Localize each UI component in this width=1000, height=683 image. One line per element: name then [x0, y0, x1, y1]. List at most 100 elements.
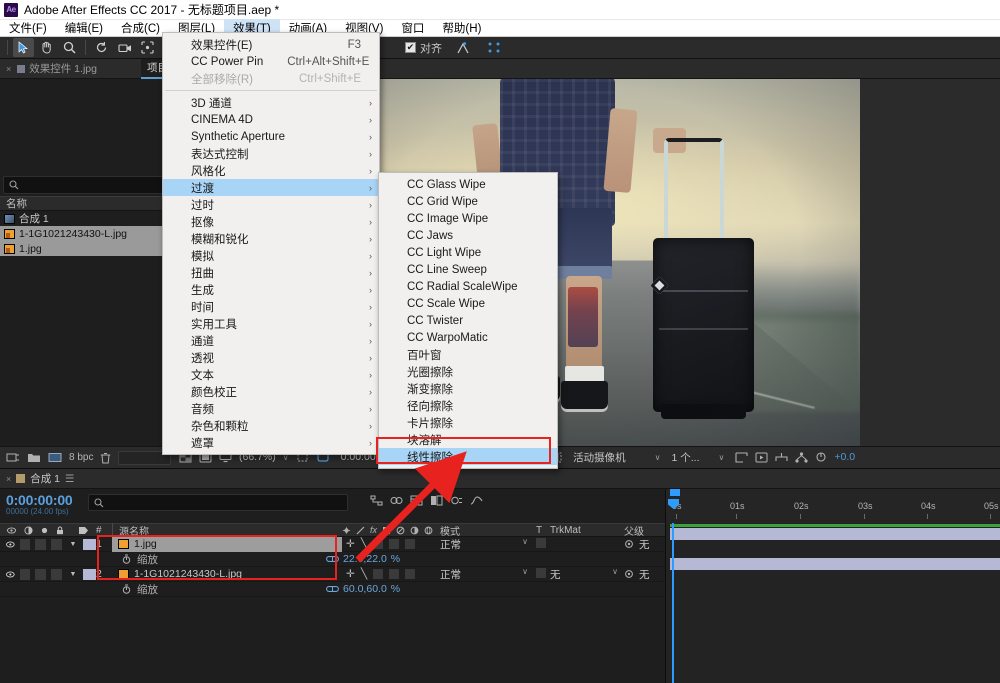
audio-toggle[interactable] [19, 538, 31, 550]
stopwatch-icon[interactable] [122, 554, 131, 564]
chevron-down-icon[interactable]: ▼ [70, 541, 77, 548]
layer1-property-value[interactable]: 22.0,22.0 [343, 553, 387, 565]
menu-composition[interactable]: 合成(C) [112, 19, 169, 37]
transition-submenu-popup[interactable]: CC Glass Wipe CC Grid Wipe CC Image Wipe… [378, 172, 558, 469]
delete-icon[interactable] [100, 452, 111, 464]
menu-help[interactable]: 帮助(H) [433, 19, 490, 37]
layer2-av-switches[interactable]: ▼ [0, 568, 96, 580]
layer2-sw-b[interactable] [389, 569, 400, 579]
tools-toolbar[interactable]: ✔ 对齐 [0, 37, 1000, 59]
motion-blur-icon[interactable] [450, 495, 463, 506]
pick-whip-icon[interactable] [624, 539, 634, 549]
eye-icon[interactable] [6, 571, 15, 578]
rotation-tool-icon[interactable] [91, 38, 112, 57]
submenu-item-cc-light-wipe[interactable]: CC Light Wipe [379, 244, 557, 261]
exposure-reset-icon[interactable] [815, 451, 827, 463]
timeline-search-input[interactable] [88, 494, 348, 511]
timeline-tab-bar[interactable]: × 合成 1 ☰ [0, 469, 1000, 489]
timeline-toggle-icons[interactable] [370, 495, 483, 506]
work-area-start-handle[interactable] [670, 489, 680, 496]
new-folder-icon[interactable] [27, 452, 41, 463]
submenu-item-cc-line-sweep[interactable]: CC Line Sweep [379, 261, 557, 278]
chevron-down-icon[interactable]: ∨ [719, 453, 725, 462]
shy-icon[interactable] [342, 526, 351, 535]
menu-item-synthetic-aperture[interactable]: Synthetic Aperture › [163, 128, 379, 145]
current-time-display[interactable]: 0:00:00:00 00000 (24.00 fps) [0, 489, 88, 516]
timeline-flowchart-icon[interactable] [775, 452, 788, 463]
menu-item-utility[interactable]: 实用工具 › [163, 315, 379, 332]
layer2-trkmat-cell[interactable]: 无 ∨ [550, 567, 624, 582]
menu-item-simulation[interactable]: 模拟 › [163, 247, 379, 264]
layer1-av-switches[interactable]: ▼ [0, 538, 96, 550]
menu-item-color-correction[interactable]: 颜色校正 › [163, 383, 379, 400]
layer2-sw-c[interactable] [405, 569, 416, 579]
submenu-item-iris-wipe[interactable]: 光圈擦除 [379, 363, 557, 380]
submenu-item-cc-twister[interactable]: CC Twister [379, 312, 557, 329]
mode-header[interactable]: 模式 [440, 523, 536, 538]
lock-toggle[interactable] [50, 568, 62, 580]
3d-layer-icon[interactable] [424, 526, 433, 535]
zoom-tool-icon[interactable] [59, 38, 80, 57]
layer-label-color[interactable] [83, 538, 96, 550]
layer2-t-toggle[interactable] [536, 567, 546, 578]
frame-blending-icon[interactable] [430, 495, 443, 506]
menu-item-distort[interactable]: 扭曲 › [163, 264, 379, 281]
submenu-item-linear-wipe[interactable]: 线性擦除 [379, 448, 557, 465]
submenu-item-cc-scale-wipe[interactable]: CC Scale Wipe [379, 295, 557, 312]
pixel-aspect-correction-icon[interactable] [735, 451, 748, 463]
menu-item-obsolete[interactable]: 过时 › [163, 196, 379, 213]
eye-icon[interactable] [6, 541, 15, 548]
timeline-ruler[interactable]: 0s 01s 02s 03s 04s 05s [665, 489, 1000, 523]
hand-tool-icon[interactable] [36, 38, 57, 57]
lock-icon[interactable] [56, 526, 64, 535]
layer1-mode-dropdown[interactable]: 正常 ∨ [440, 537, 536, 552]
chevron-down-icon[interactable]: ∨ [612, 567, 618, 576]
quality-icon[interactable] [410, 526, 419, 535]
menu-item-channel[interactable]: 通道 › [163, 332, 379, 349]
menu-window[interactable]: 窗口 [392, 19, 433, 37]
submenu-item-cc-warpomatic[interactable]: CC WarpoMatic [379, 329, 557, 346]
collapse-transform-icon[interactable] [356, 526, 365, 535]
effects-menu-popup[interactable]: 效果控件(E) F3 CC Power Pin Ctrl+Alt+Shift+E… [162, 32, 380, 455]
puppet-pin-tool-icon[interactable] [452, 38, 473, 57]
chevron-down-icon[interactable]: ∨ [522, 567, 528, 576]
current-time-indicator-line[interactable] [672, 523, 674, 683]
link-chain-icon[interactable] [326, 585, 339, 593]
menu-item-blur-sharpen[interactable]: 模糊和锐化 › [163, 230, 379, 247]
submenu-item-cc-jaws[interactable]: CC Jaws [379, 227, 557, 244]
layer2-scale-value-group[interactable]: 60.0,60.0 % [326, 583, 426, 595]
project-item-comp1[interactable]: 合成 1 [0, 211, 174, 226]
pick-whip-icon[interactable] [624, 569, 634, 579]
link-chain-icon[interactable] [326, 555, 339, 563]
layer1-switches[interactable]: ✛ ╲ [342, 538, 440, 550]
layer2-t-cell[interactable] [536, 567, 550, 581]
view-layout-value[interactable]: 1 个... [671, 450, 699, 465]
menu-item-text[interactable]: 文本 › [163, 366, 379, 383]
project-panel-footer[interactable]: 8 bpc [0, 446, 175, 468]
audio-icon[interactable] [24, 525, 33, 535]
pan-behind-tool-icon[interactable] [137, 38, 158, 57]
exposure-value[interactable]: +0.0 [834, 451, 855, 463]
audio-toggle[interactable] [19, 568, 31, 580]
menu-item-time[interactable]: 时间 › [163, 298, 379, 315]
menu-item-cc-power-pin[interactable]: CC Power Pin Ctrl+Alt+Shift+E [163, 53, 379, 70]
puppet-mesh-tool-icon[interactable] [483, 38, 504, 57]
interpret-footage-icon[interactable] [6, 452, 20, 463]
menu-item-generate[interactable]: 生成 › [163, 281, 379, 298]
menu-item-keying[interactable]: 抠像 › [163, 213, 379, 230]
toolbar-right-group[interactable]: ✔ 对齐 [405, 38, 504, 57]
layer1-scale-property[interactable]: 缩放 [112, 552, 326, 567]
trkmat-header[interactable]: TrkMat [550, 525, 624, 536]
layer2-property-value[interactable]: 60.0,60.0 [343, 583, 387, 595]
layer2-mode-dropdown[interactable]: 正常 ∨ [440, 567, 536, 582]
menu-item-effect-controls[interactable]: 效果控件(E) F3 [163, 36, 379, 53]
adjustment-layer-icon[interactable] [396, 526, 405, 535]
project-column-header[interactable]: 名称 [0, 196, 174, 211]
tab-effect-controls[interactable]: × 效果控件 1.jpg [0, 59, 103, 79]
layer1-sw-b[interactable] [389, 539, 400, 549]
fast-previews-icon[interactable] [755, 452, 768, 463]
chevron-down-icon[interactable]: ∨ [655, 453, 661, 462]
submenu-item-radial-wipe[interactable]: 径向擦除 [379, 397, 557, 414]
solo-toggle[interactable] [35, 568, 46, 580]
layer1-sw-c[interactable] [405, 539, 416, 549]
